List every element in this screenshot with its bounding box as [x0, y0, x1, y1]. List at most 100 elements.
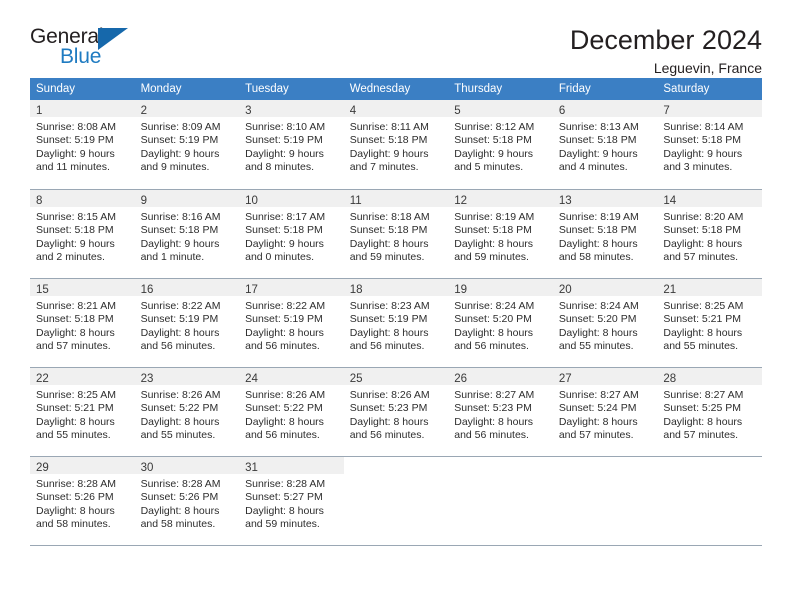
- sunrise-time: Sunrise: 8:19 AM: [454, 211, 535, 223]
- day-number-bar: 28: [657, 368, 762, 385]
- day-number-bar: 7: [657, 100, 762, 117]
- calendar-day-cell[interactable]: 28 Sunrise: 8:27 AM Sunset: 5:25 PM Dayligh…: [657, 367, 762, 456]
- calendar-day-cell[interactable]: 31 Sunrise: 8:28 AM Sunset: 5:27 PM Dayligh…: [239, 456, 344, 545]
- daylight-duration-line2: and 59 minutes.: [454, 251, 529, 264]
- sunrise-time: Sunrise: 8:26 AM: [140, 389, 221, 401]
- sunset-time: Sunset: 5:18 PM: [36, 313, 114, 326]
- day-cell-inner: 3 Sunrise: 8:10 AM Sunset: 5:19 PM Daylight…: [239, 100, 344, 189]
- daylight-duration-line2: and 5 minutes.: [454, 161, 524, 174]
- calendar-day-cell[interactable]: 5 Sunrise: 8:12 AM Sunset: 5:18 PM Daylight…: [448, 100, 553, 189]
- calendar-day-cell[interactable]: 19 Sunrise: 8:24 AM Sunset: 5:20 PM Dayligh…: [448, 278, 553, 367]
- daylight-duration-line2: and 55 minutes.: [663, 340, 739, 353]
- day-number: 29: [36, 462, 49, 474]
- day-cell-inner: 25 Sunrise: 8:26 AM Sunset: 5:23 PM Dayligh…: [343, 367, 449, 456]
- day-number-bar: 23: [134, 368, 240, 385]
- daylight-duration-line2: and 1 minute.: [140, 251, 205, 264]
- day-number: 11: [349, 195, 362, 207]
- day-number: 16: [140, 284, 154, 296]
- day-number-bar: 8: [30, 190, 135, 207]
- day-cell-inner: 7 Sunrise: 8:14 AM Sunset: 5:18 PM Daylight…: [657, 100, 762, 189]
- day-cell-inner: 1 Sunrise: 8:08 AM Sunset: 5:19 PM Daylight…: [30, 100, 135, 189]
- sunset-time: Sunset: 5:24 PM: [558, 402, 637, 415]
- sunrise-time: Sunrise: 8:28 AM: [245, 478, 326, 490]
- calendar-day-cell[interactable]: 13 Sunrise: 8:19 AM Sunset: 5:18 PM Dayligh…: [552, 189, 658, 278]
- day-number-bar: 24: [239, 368, 344, 385]
- sunset-time: Sunset: 5:23 PM: [349, 402, 428, 415]
- calendar-day-cell[interactable]: 23 Sunrise: 8:26 AM Sunset: 5:22 PM Dayligh…: [134, 367, 240, 456]
- sunrise-time: Sunrise: 8:28 AM: [140, 478, 221, 490]
- calendar-day-cell[interactable]: 21 Sunrise: 8:25 AM Sunset: 5:21 PM Dayligh…: [657, 278, 762, 367]
- sunset-time: Sunset: 5:26 PM: [36, 491, 114, 504]
- title-block: December 2024 Leguevin, France: [569, 25, 762, 76]
- day-detail-lines: Sunrise: 8:27 AM Sunset: 5:25 PM Daylight:…: [657, 385, 762, 443]
- calendar-day-cell[interactable]: 29 Sunrise: 8:28 AM Sunset: 5:26 PM Dayligh…: [30, 456, 135, 545]
- day-number: 19: [454, 284, 468, 296]
- calendar-day-cell[interactable]: 3 Sunrise: 8:10 AM Sunset: 5:19 PM Daylight…: [239, 100, 344, 189]
- day-detail-lines: Sunrise: 8:26 AM Sunset: 5:22 PM Daylight:…: [135, 385, 240, 443]
- day-detail-lines: Sunrise: 8:25 AM Sunset: 5:21 PM Daylight:…: [657, 296, 762, 354]
- sunrise-time: Sunrise: 8:09 AM: [140, 121, 221, 133]
- sunset-time: Sunset: 5:25 PM: [663, 402, 742, 415]
- calendar-day-cell[interactable]: 11 Sunrise: 8:18 AM Sunset: 5:18 PM Dayligh…: [343, 189, 449, 278]
- calendar-day-cell[interactable]: 16 Sunrise: 8:22 AM Sunset: 5:19 PM Dayligh…: [134, 278, 240, 367]
- day-cell-inner: 30 Sunrise: 8:28 AM Sunset: 5:26 PM Dayligh…: [134, 456, 240, 545]
- sunset-time: Sunset: 5:18 PM: [454, 134, 532, 147]
- calendar-day-cell[interactable]: 10 Sunrise: 8:17 AM Sunset: 5:18 PM Dayligh…: [239, 189, 344, 278]
- calendar-day-cell[interactable]: 12 Sunrise: 8:19 AM Sunset: 5:18 PM Dayligh…: [448, 189, 553, 278]
- day-number: 17: [245, 284, 258, 296]
- day-number-bar: 16: [134, 279, 240, 296]
- day-detail-lines: Sunrise: 8:26 AM Sunset: 5:22 PM Daylight:…: [239, 385, 344, 443]
- page-title: December 2024: [569, 25, 762, 55]
- sunrise-time: Sunrise: 8:17 AM: [245, 211, 326, 223]
- day-detail-lines: Sunrise: 8:28 AM Sunset: 5:26 PM Daylight:…: [135, 474, 240, 532]
- day-cell-inner: 28 Sunrise: 8:27 AM Sunset: 5:25 PM Dayligh…: [657, 367, 762, 456]
- daylight-duration-line2: and 55 minutes.: [140, 429, 216, 442]
- calendar-day-cell[interactable]: 15 Sunrise: 8:21 AM Sunset: 5:18 PM Dayligh…: [30, 278, 135, 367]
- day-number-bar: 19: [448, 279, 553, 296]
- calendar-day-cell[interactable]: 2 Sunrise: 8:09 AM Sunset: 5:19 PM Daylight…: [134, 100, 240, 189]
- day-cell-inner: [552, 456, 658, 545]
- daylight-duration-line2: and 4 minutes.: [558, 161, 628, 174]
- general-blue-logo[interactable]: General Blue: [30, 26, 150, 74]
- calendar-day-cell[interactable]: 4 Sunrise: 8:11 AM Sunset: 5:18 PM Daylight…: [343, 100, 449, 189]
- daylight-duration-line2: and 55 minutes.: [36, 429, 111, 442]
- daylight-duration-line1: Daylight: 8 hours: [36, 415, 115, 428]
- calendar-day-cell[interactable]: 1 Sunrise: 8:08 AM Sunset: 5:19 PM Daylight…: [30, 100, 135, 189]
- calendar-day-cell[interactable]: 7 Sunrise: 8:14 AM Sunset: 5:18 PM Daylight…: [657, 100, 762, 189]
- daylight-duration-line1: Daylight: 8 hours: [140, 504, 220, 517]
- daylight-duration-line2: and 2 minutes.: [36, 251, 105, 264]
- day-cell-inner: 16 Sunrise: 8:22 AM Sunset: 5:19 PM Dayligh…: [134, 278, 240, 367]
- calendar-day-cell[interactable]: 18 Sunrise: 8:23 AM Sunset: 5:19 PM Dayligh…: [343, 278, 449, 367]
- calendar-day-cell[interactable]: 14 Sunrise: 8:20 AM Sunset: 5:18 PM Dayligh…: [657, 189, 762, 278]
- sunset-time: Sunset: 5:18 PM: [454, 224, 532, 237]
- daylight-duration-line2: and 57 minutes.: [558, 429, 634, 442]
- calendar-day-cell[interactable]: 26 Sunrise: 8:27 AM Sunset: 5:23 PM Dayligh…: [448, 367, 553, 456]
- daylight-duration-line2: and 59 minutes.: [349, 251, 425, 264]
- calendar-day-cell[interactable]: 22 Sunrise: 8:25 AM Sunset: 5:21 PM Dayligh…: [30, 367, 135, 456]
- sunrise-time: Sunrise: 8:13 AM: [558, 121, 639, 133]
- calendar-day-cell[interactable]: 17 Sunrise: 8:22 AM Sunset: 5:19 PM Dayligh…: [239, 278, 344, 367]
- calendar-day-cell[interactable]: 30 Sunrise: 8:28 AM Sunset: 5:26 PM Dayligh…: [134, 456, 240, 545]
- calendar-week-row: 29 Sunrise: 8:28 AM Sunset: 5:26 PM Dayligh…: [30, 456, 762, 545]
- sunset-time: Sunset: 5:18 PM: [558, 224, 637, 237]
- day-number-bar: [657, 457, 762, 474]
- day-number: 8: [36, 195, 43, 207]
- sunrise-time: Sunrise: 8:21 AM: [36, 300, 116, 312]
- daylight-duration-line2: and 8 minutes.: [245, 161, 315, 174]
- sunrise-time: Sunrise: 8:08 AM: [36, 121, 116, 133]
- daylight-duration-line1: Daylight: 8 hours: [140, 415, 220, 428]
- daylight-duration-line2: and 58 minutes.: [36, 518, 111, 531]
- sunrise-time: Sunrise: 8:26 AM: [245, 389, 326, 401]
- calendar-day-cell[interactable]: 6 Sunrise: 8:13 AM Sunset: 5:18 PM Daylight…: [552, 100, 658, 189]
- calendar-day-cell[interactable]: 9 Sunrise: 8:16 AM Sunset: 5:18 PM Daylight…: [134, 189, 240, 278]
- daylight-duration-line1: Daylight: 8 hours: [36, 326, 115, 339]
- day-cell-inner: 27 Sunrise: 8:27 AM Sunset: 5:24 PM Dayligh…: [552, 367, 658, 456]
- calendar-day-cell[interactable]: 24 Sunrise: 8:26 AM Sunset: 5:22 PM Dayligh…: [239, 367, 344, 456]
- sunrise-time: Sunrise: 8:18 AM: [349, 211, 430, 223]
- calendar-day-cell[interactable]: 20 Sunrise: 8:24 AM Sunset: 5:20 PM Dayligh…: [552, 278, 658, 367]
- calendar-day-cell[interactable]: 25 Sunrise: 8:26 AM Sunset: 5:23 PM Dayligh…: [343, 367, 449, 456]
- daylight-duration-line1: Daylight: 8 hours: [558, 237, 638, 250]
- calendar-day-cell[interactable]: 8 Sunrise: 8:15 AM Sunset: 5:18 PM Daylight…: [30, 189, 135, 278]
- calendar-day-cell[interactable]: 27 Sunrise: 8:27 AM Sunset: 5:24 PM Dayligh…: [552, 367, 658, 456]
- sunset-time: Sunset: 5:26 PM: [140, 491, 219, 504]
